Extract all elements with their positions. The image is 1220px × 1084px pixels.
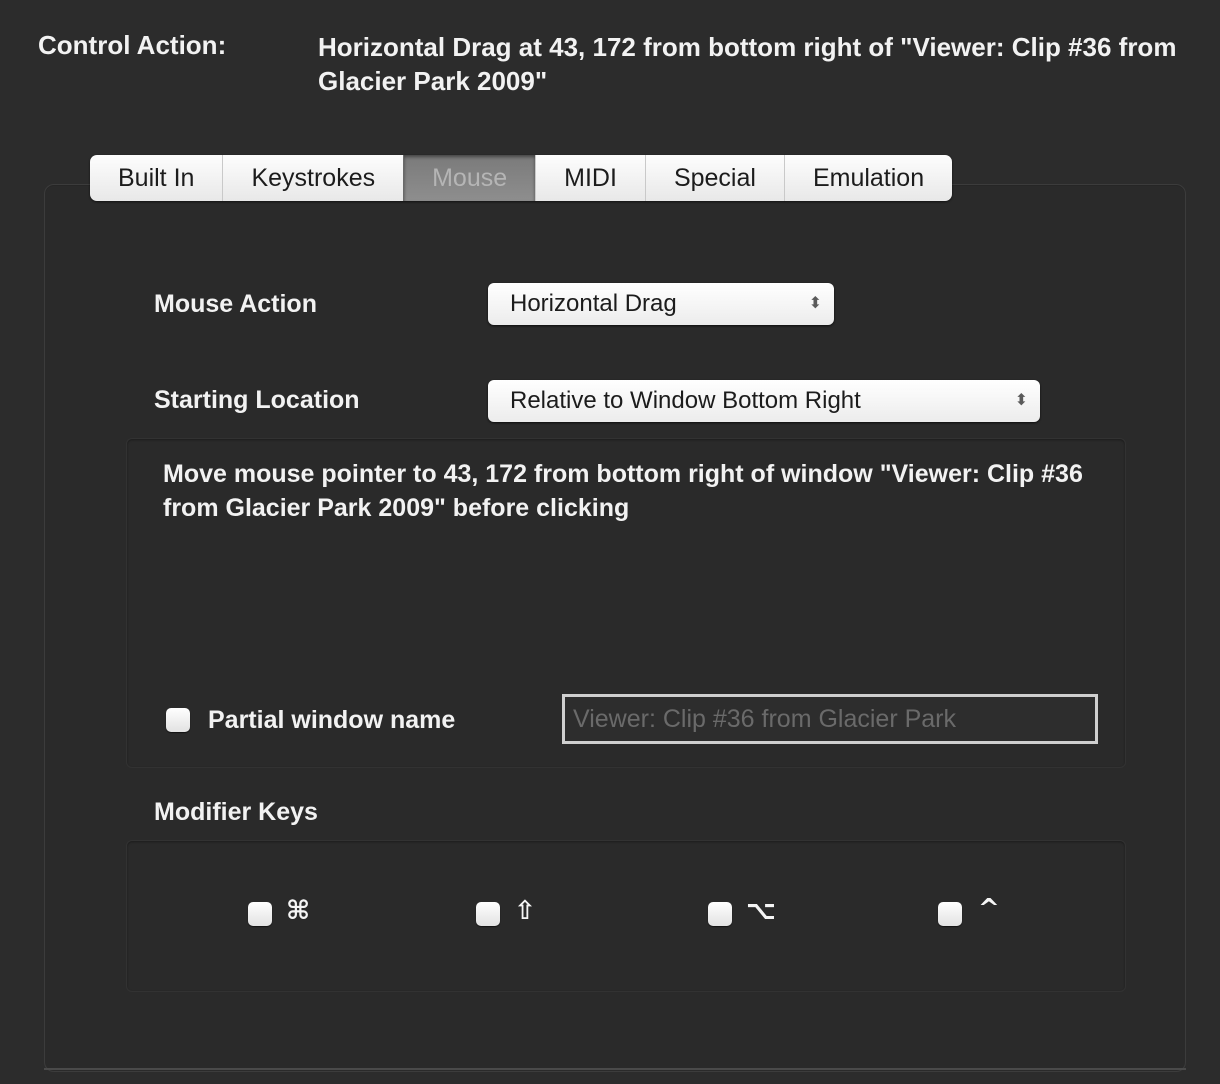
option-checkbox[interactable] [708, 902, 732, 926]
modifier-keys-box [126, 840, 1126, 992]
starting-location-popup[interactable]: Relative to Window Bottom Right ⬍ [488, 380, 1040, 422]
tab-bar: Built In Keystrokes Mouse MIDI Special E… [90, 155, 953, 201]
command-icon: ⌘ [286, 896, 311, 926]
tab-emulation[interactable]: Emulation [783, 155, 952, 201]
tab-keystrokes[interactable]: Keystrokes [222, 155, 403, 201]
description-text: Move mouse pointer to 43, 172 from botto… [163, 460, 1083, 522]
tab-special[interactable]: Special [644, 155, 784, 201]
control-checkbox[interactable] [938, 902, 962, 926]
control-icon: ^ [978, 894, 1000, 924]
tab-midi[interactable]: MIDI [535, 155, 645, 201]
modifier-keys-label: Modifier Keys [154, 798, 318, 826]
mouse-action-popup[interactable]: Horizontal Drag ⬍ [488, 283, 834, 325]
partial-window-label: Partial window name [208, 706, 456, 734]
mouse-action-selected: Horizontal Drag [510, 290, 677, 317]
shift-icon: ⇧ [514, 896, 536, 926]
popup-arrows-icon: ⬍ [808, 295, 822, 312]
option-icon: ⌥ [746, 896, 776, 926]
tab-mouse[interactable]: Mouse [403, 155, 536, 201]
mouse-action-label: Mouse Action [154, 290, 317, 318]
starting-location-label: Starting Location [154, 386, 360, 414]
partial-window-checkbox[interactable] [166, 708, 190, 732]
control-action-value: Horizontal Drag at 43, 172 from bottom r… [318, 32, 1177, 96]
mouse-action-editor: Control Action: Horizontal Drag at 43, 1… [0, 0, 1220, 1084]
shift-checkbox[interactable] [476, 902, 500, 926]
panel-bottom-divider [44, 1068, 1186, 1070]
window-name-field[interactable]: Viewer: Clip #36 from Glacier Park [562, 694, 1098, 744]
popup-arrows-icon: ⬍ [1014, 392, 1028, 409]
starting-location-selected: Relative to Window Bottom Right [510, 387, 861, 414]
command-checkbox[interactable] [248, 902, 272, 926]
tab-built-in[interactable]: Built In [90, 155, 222, 201]
control-action-label: Control Action: [38, 30, 227, 60]
